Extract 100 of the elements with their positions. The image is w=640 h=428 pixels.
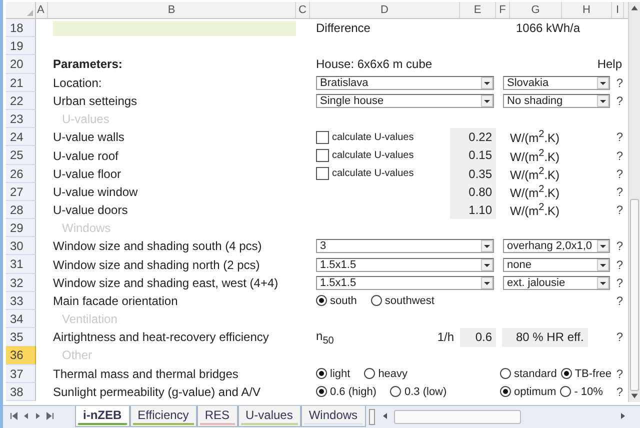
radio-button[interactable]: standard xyxy=(500,368,557,380)
caret-icon xyxy=(481,94,493,107)
triangle-icon xyxy=(27,10,33,16)
row-header[interactable]: 35 xyxy=(6,328,36,347)
radio-button[interactable]: 0.6 (high) xyxy=(316,386,376,398)
row-header[interactable]: 21 xyxy=(6,74,36,92)
help-link[interactable]: ? xyxy=(616,294,624,308)
help-link[interactable]: ? xyxy=(616,203,624,218)
row-header[interactable]: 25 xyxy=(6,146,36,165)
row-header[interactable]: 34 xyxy=(6,310,36,328)
column-header[interactable]: D xyxy=(310,2,460,18)
row-header[interactable]: 22 xyxy=(6,92,36,110)
row-label: U-value walls xyxy=(52,130,126,144)
radio-button[interactable]: - 10% xyxy=(560,386,603,398)
help-link[interactable]: Help xyxy=(597,57,624,72)
column-header[interactable]: B xyxy=(48,2,296,18)
caret-icon xyxy=(597,258,609,271)
dropdown[interactable]: 3 xyxy=(316,239,494,254)
column-header[interactable]: H xyxy=(562,2,612,18)
row-header[interactable]: 32 xyxy=(6,274,36,292)
sheet-tab[interactable]: i-nZEB xyxy=(75,406,130,427)
help-link[interactable]: ? xyxy=(616,130,624,144)
column-header[interactable]: F xyxy=(496,2,510,18)
help-link[interactable]: ? xyxy=(616,166,624,181)
unit-label: 1/h xyxy=(436,330,455,344)
help-link[interactable]: ? xyxy=(616,330,624,344)
row-header[interactable]: 26 xyxy=(6,164,36,183)
dropdown[interactable]: Bratislava xyxy=(316,76,494,90)
radio-button[interactable]: 0.3 (low) xyxy=(390,386,447,398)
checkbox[interactable]: calculate U-values xyxy=(310,149,414,162)
value-cell: 80 % HR eff. xyxy=(502,328,588,347)
row-label: Main facade orientation xyxy=(52,294,179,308)
help-link[interactable]: ? xyxy=(616,384,624,399)
unit-label: W/(m$^{2}$.K) xyxy=(510,148,561,164)
row-header[interactable]: 24 xyxy=(6,128,36,146)
dropdown[interactable]: overhang 2,0x1,0 xyxy=(503,239,610,254)
column-header[interactable]: C xyxy=(296,2,310,18)
row-header[interactable]: 28 xyxy=(6,201,36,220)
row-header[interactable]: 19 xyxy=(6,37,36,56)
row-header[interactable]: 20 xyxy=(6,55,36,74)
radio-button[interactable]: optimum xyxy=(500,386,556,398)
vertical-scrollbar[interactable] xyxy=(628,2,640,402)
last-sheet-icon[interactable] xyxy=(45,411,55,421)
scrollbar-thumb[interactable] xyxy=(630,199,639,391)
scrollbar-thumb[interactable] xyxy=(394,410,522,424)
checkbox[interactable]: calculate U-values xyxy=(310,167,414,180)
column-header[interactable]: E xyxy=(460,2,496,18)
help-link[interactable]: ? xyxy=(616,184,624,199)
row-label: U-value doors xyxy=(52,203,129,218)
row-header[interactable]: 36 xyxy=(6,346,36,365)
dropdown[interactable]: No shading xyxy=(503,94,610,108)
column-header[interactable]: A xyxy=(36,2,48,18)
row-header[interactable]: 23 xyxy=(6,110,36,128)
help-link[interactable]: ? xyxy=(616,148,624,163)
row-label: Sunlight permeability (g-value) and A/V xyxy=(52,384,262,399)
split-handle[interactable] xyxy=(368,409,375,425)
radio-button[interactable]: TB-free xyxy=(560,368,612,380)
caret-icon xyxy=(481,76,493,89)
radio-button[interactable]: southwest xyxy=(370,294,434,307)
dropdown[interactable]: 1.5x1.5 xyxy=(316,276,494,290)
value-cell: 0.35 xyxy=(450,164,496,183)
unit-label: W/(m$^{2}$.K) xyxy=(510,184,561,200)
radio-button[interactable]: heavy xyxy=(364,368,408,380)
row-label: Location: xyxy=(52,76,103,90)
radio-button[interactable]: light xyxy=(316,368,350,380)
help-link[interactable]: ? xyxy=(616,276,624,290)
help-link[interactable]: ? xyxy=(616,94,624,108)
symbol-label: n$_{50}$ xyxy=(315,328,334,346)
row-header[interactable]: 27 xyxy=(6,182,36,202)
dropdown[interactable]: 1.5x1.5 xyxy=(316,258,494,272)
sheet-tab[interactable]: Windows xyxy=(300,406,366,427)
first-sheet-icon[interactable] xyxy=(9,411,19,421)
help-link[interactable]: ? xyxy=(616,76,624,90)
sheet-tab[interactable]: U-values xyxy=(238,406,301,427)
row-header[interactable]: 18 xyxy=(6,19,36,38)
row-header[interactable]: 31 xyxy=(6,255,36,274)
row-header[interactable]: 29 xyxy=(6,219,36,238)
sheet-tab[interactable]: Efficiency xyxy=(130,406,197,427)
help-link[interactable]: ? xyxy=(616,239,624,254)
value-cell: 0.15 xyxy=(450,146,496,165)
row-header[interactable]: 30 xyxy=(6,237,36,256)
checkbox[interactable]: calculate U-values xyxy=(310,130,414,144)
column-header[interactable]: G xyxy=(510,2,562,18)
help-link[interactable]: ? xyxy=(616,258,624,272)
caret-icon xyxy=(481,276,493,289)
row-label: U-value window xyxy=(52,184,139,199)
help-link[interactable]: ? xyxy=(616,366,624,381)
section-title: Parameters: xyxy=(52,57,124,72)
row-header[interactable]: 37 xyxy=(6,364,36,383)
dropdown[interactable]: Slovakia xyxy=(503,76,610,90)
row-header[interactable]: 33 xyxy=(6,292,36,310)
dropdown[interactable]: none xyxy=(503,258,610,272)
dropdown[interactable]: ext. jalousie xyxy=(503,276,610,290)
row-label: Urban setteings xyxy=(52,94,138,108)
caret-icon xyxy=(597,76,609,89)
radio-button[interactable]: south xyxy=(316,294,357,307)
sheet-tab[interactable]: RES xyxy=(196,406,238,427)
row-header[interactable]: 38 xyxy=(6,382,36,401)
column-header[interactable]: I xyxy=(612,2,624,18)
dropdown[interactable]: Single house xyxy=(316,94,494,108)
